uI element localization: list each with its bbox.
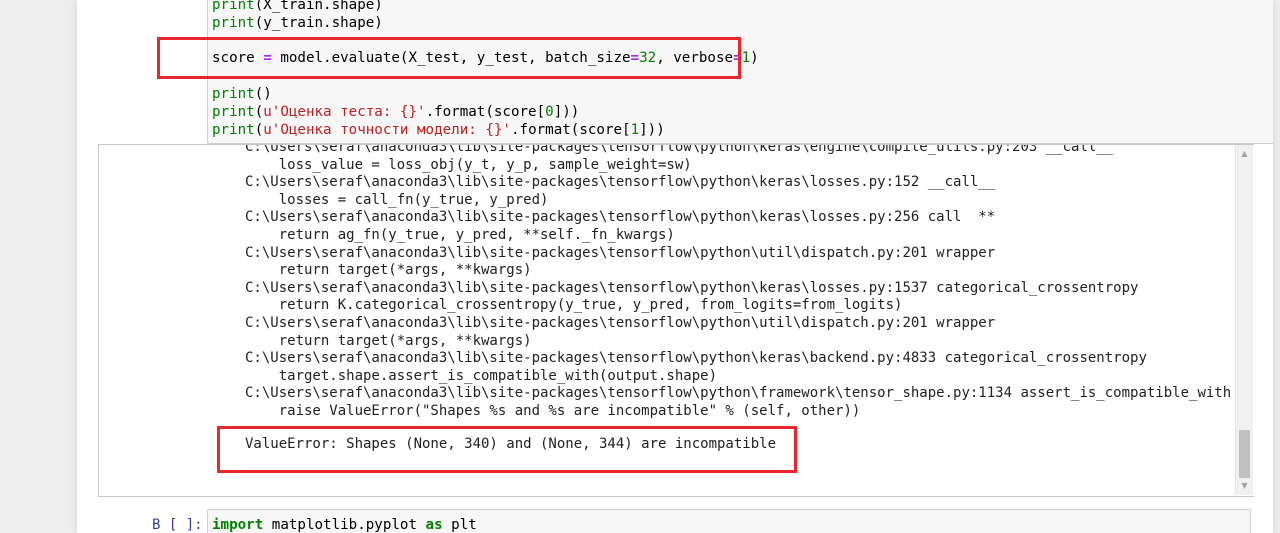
code-token: , verbose <box>656 50 734 66</box>
traceback-frame-path: C:\Users\seraf\anaconda3\lib\site-packag… <box>245 174 996 191</box>
scroll-up-icon[interactable]: ▲ <box>1236 147 1253 161</box>
code-token: model.evaluate(X_test, y_test, batch_siz… <box>271 50 631 66</box>
code-token: print <box>212 0 255 13</box>
code-token: import <box>212 517 264 533</box>
code-token: 1 <box>630 122 640 138</box>
code-line: print(y_train.shape) <box>212 14 383 32</box>
traceback-frame-code: target.shape.assert_is_compatible_with(o… <box>245 367 718 384</box>
code-line: print() <box>212 85 272 103</box>
notebook-container: print(X_train.shape) print(y_train.shape)… <box>77 0 1273 533</box>
traceback-frame-code: return ag_fn(y_true, y_pred, **self._fn_… <box>245 227 675 243</box>
next-cell-code-line: import matplotlib.pyplot as plt <box>212 516 477 533</box>
traceback-frame-path: C:\Users\seraf\anaconda3\lib\site-packag… <box>245 209 996 226</box>
code-token: = <box>630 50 640 66</box>
code-line: score = model.evaluate(X_test, y_test, b… <box>212 49 759 67</box>
traceback-frame-path: C:\Users\seraf\anaconda3\lib\site-packag… <box>245 315 996 331</box>
code-line: print(u'Оценка точности модели: {}'.form… <box>212 121 665 139</box>
code-token: ])) <box>553 104 580 120</box>
code-token: matplotlib.pyplot <box>263 517 426 533</box>
traceback-frame-code: losses = call_fn(y_true, y_pred) <box>245 191 549 208</box>
traceback-frame-code: return target(*args, **kwargs) <box>245 332 532 349</box>
scroll-down-icon[interactable]: ▼ <box>1236 479 1253 493</box>
code-token: (X_train.shape) <box>254 0 383 13</box>
code-line: print(u'Оценка теста: {}'.format(score[0… <box>212 103 579 121</box>
code-line: print(X_train.shape) <box>212 0 383 14</box>
output-scrollbar[interactable]: ▲ ▼ <box>1235 145 1253 495</box>
code-token: .format(score[ <box>510 122 631 138</box>
code-token: = <box>733 50 742 66</box>
code-token: u'Оценка теста: {}' <box>263 104 426 120</box>
traceback-frame-code: return target(*args, **kwargs) <box>245 262 532 279</box>
traceback-frame-path: C:\Users\seraf\anaconda3\lib\site-packag… <box>245 279 1139 296</box>
code-token: ( <box>254 104 264 120</box>
code-token: = <box>263 50 272 66</box>
traceback-frame-code: return K.categorical_crossentropy(y_true… <box>245 297 903 314</box>
traceback-frame-code: raise ValueError("Shapes %s and %s are i… <box>245 403 861 419</box>
code-token: score <box>212 50 264 66</box>
code-token: plt <box>442 517 477 533</box>
code-token: print <box>212 15 255 31</box>
code-token: .format(score[ <box>425 104 546 120</box>
cell-prompt: В [ ]: <box>152 517 203 533</box>
traceback-frame-path: C:\Users\seraf\anaconda3\lib\site-packag… <box>245 244 996 261</box>
code-token: 1 <box>741 50 751 66</box>
code-token: u'Оценка точности модели: {}' <box>263 122 511 138</box>
code-token: print <box>212 104 255 120</box>
traceback-frame-path: C:\Users\seraf\anaconda3\lib\site-packag… <box>245 144 1114 155</box>
code-token: (y_train.shape) <box>254 15 383 31</box>
error-message: ValueError: Shapes (None, 340) and (None… <box>245 436 777 452</box>
traceback-frame-path: C:\Users\seraf\anaconda3\lib\site-packag… <box>245 385 1232 402</box>
output-area: C:\Users\seraf\anaconda3\lib\site-packag… <box>98 144 1254 497</box>
code-token: ( <box>254 122 264 138</box>
code-token: print <box>212 86 255 102</box>
code-token: 0 <box>545 104 554 120</box>
code-token: 32 <box>639 50 657 66</box>
code-token: ])) <box>639 122 665 138</box>
code-token: as <box>425 517 443 533</box>
traceback-frame-path: C:\Users\seraf\anaconda3\lib\site-packag… <box>245 350 1147 367</box>
code-token: ) <box>750 50 759 66</box>
traceback-frame-code: loss_value = loss_obj(y_t, y_p, sample_w… <box>245 156 692 173</box>
code-token: print <box>212 122 255 138</box>
scroll-thumb[interactable] <box>1239 430 1250 478</box>
code-token: () <box>254 86 272 102</box>
